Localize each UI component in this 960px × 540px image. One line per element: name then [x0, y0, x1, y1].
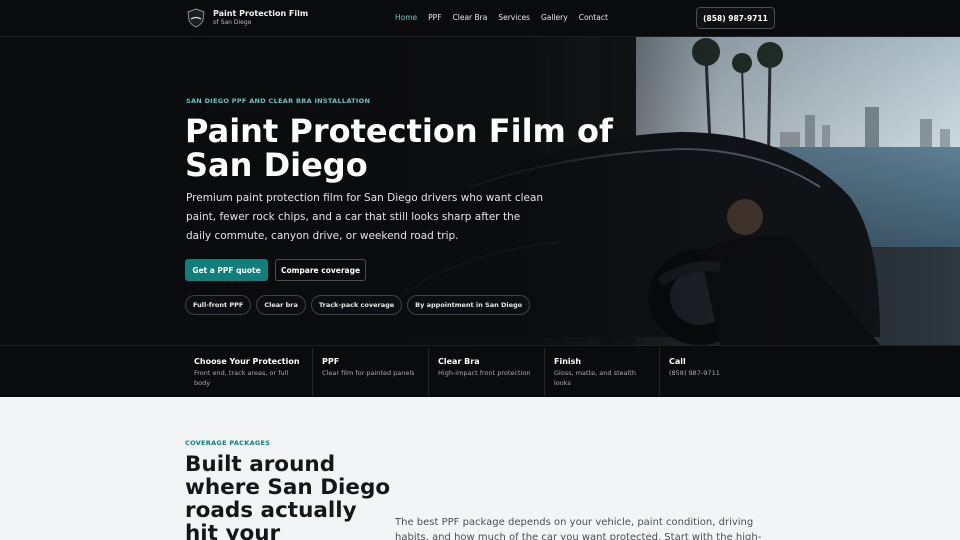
hero-eyebrow: SAN DIEGO PPF AND CLEAR BRA INSTALLATION — [186, 97, 371, 105]
top-nav: Paint Protection Film of San Diego Home … — [0, 0, 960, 37]
pill-appointment[interactable]: By appointment in San Diego — [407, 295, 531, 315]
hero-lead: Premium paint protection film for San Di… — [186, 192, 544, 242]
pill-clear-bra[interactable]: Clear bra — [256, 295, 306, 315]
main-menu: Home PPF Clear Bra Services Gallery Cont… — [395, 13, 608, 22]
nav-link-gallery[interactable]: Gallery — [541, 13, 568, 22]
get-quote-button[interactable]: Get a PPF quote — [185, 259, 268, 281]
strip-item-finish[interactable]: Finish Gloss, matte, and stealth looks — [545, 348, 660, 396]
strip-item-sub: Clear film for painted panels — [322, 369, 415, 377]
strip-item-title: Clear Bra — [438, 357, 480, 366]
nav-link-contact[interactable]: Contact — [579, 13, 608, 22]
pill-track-pack[interactable]: Track-pack coverage — [310, 295, 403, 315]
nav-link-clear-bra[interactable]: Clear Bra — [453, 13, 488, 22]
strip-item-clear-bra[interactable]: Clear Bra High-impact front protection — [429, 348, 545, 396]
pill-full-front-ppf[interactable]: Full-front PPF — [185, 295, 252, 315]
strip-item-title: PPF — [322, 357, 340, 366]
hero-section: SAN DIEGO PPF AND CLEAR BRA INSTALLATION… — [0, 37, 960, 345]
nav-link-ppf[interactable]: PPF — [428, 13, 441, 22]
strip-item-title: Choose Your Protection — [194, 357, 300, 366]
strip-item-ppf[interactable]: PPF Clear film for painted panels — [313, 348, 429, 396]
strip-item-title: Call — [669, 357, 686, 366]
brand-title: Paint Protection Film — [213, 9, 309, 18]
service-strip: Choose Your Protection Front end, track … — [0, 345, 960, 397]
phone-button[interactable]: (858) 987-9711 — [696, 7, 775, 29]
nav-link-services[interactable]: Services — [498, 13, 530, 22]
feature-pills: Full-front PPF Clear bra Track-pack cove… — [185, 295, 531, 315]
strip-item-sub: High-impact front protection — [438, 369, 531, 377]
compare-coverage-button[interactable]: Compare coverage — [275, 259, 366, 281]
brand[interactable]: Paint Protection Film of San Diego — [186, 8, 308, 28]
coverage-kicker: COVERAGE PACKAGES — [185, 439, 271, 447]
coverage-body: The best PPF package depends on your veh… — [395, 517, 762, 540]
coverage-title: Built around where San Diego roads actua… — [185, 452, 391, 540]
hero-title: Paint Protection Film of San Diego — [185, 112, 613, 184]
coverage-section: COVERAGE PACKAGES Built around where San… — [0, 397, 960, 540]
strip-item-sub: Gloss, matte, and stealth looks — [554, 369, 636, 387]
brand-subtitle: of San Diego — [213, 19, 252, 26]
nav-link-home[interactable]: Home — [395, 13, 417, 22]
strip-item-title: Finish — [554, 357, 582, 366]
strip-item-sub: Front end, track areas, or full body — [194, 369, 289, 387]
strip-item-choose[interactable]: Choose Your Protection Front end, track … — [185, 348, 313, 396]
strip-item-sub: (858) 987-9711 — [669, 369, 720, 377]
shield-logo-icon — [187, 8, 205, 28]
strip-item-call[interactable]: Call (858) 987-9711 — [660, 348, 776, 396]
